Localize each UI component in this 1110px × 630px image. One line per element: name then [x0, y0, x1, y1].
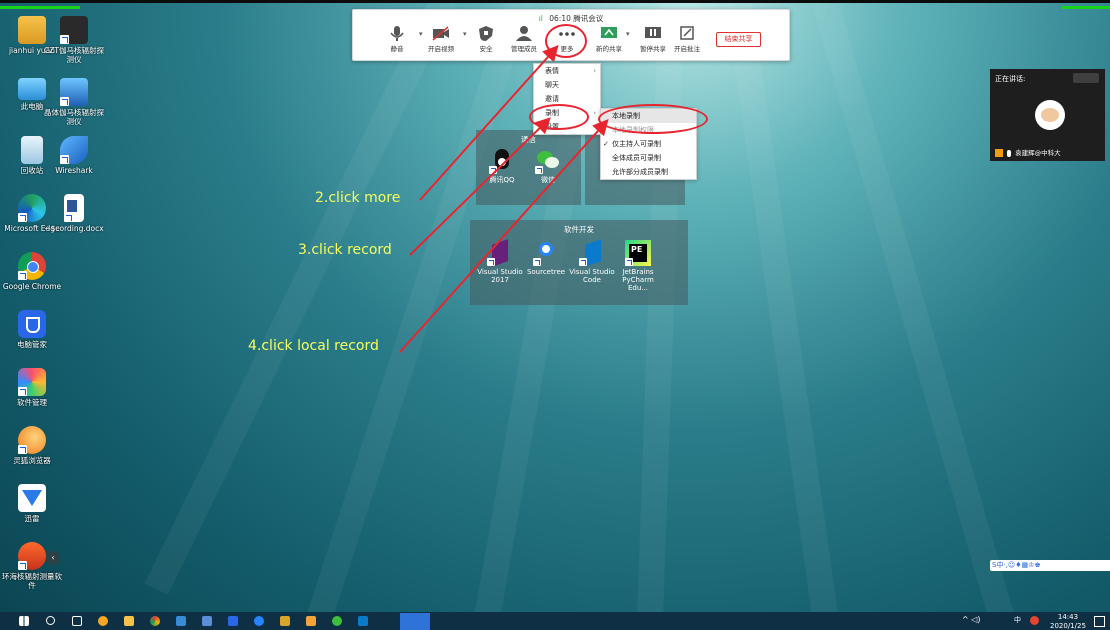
annotation-step-more: 2.click more — [315, 190, 401, 206]
clock-date: 2020/1/25 — [1050, 622, 1086, 630]
taskbar-wechat-icon[interactable] — [332, 616, 342, 626]
ime-toolbar-icons: S中·,☺♦▦♔♚ — [992, 561, 1041, 569]
ime-toolbar[interactable]: S中·,☺♦▦♔♚ — [990, 560, 1110, 571]
taskbar-app-icon[interactable] — [306, 616, 316, 626]
clock-time: 14:43 — [1057, 613, 1079, 621]
speaker-panel-header: 正在讲话: — [995, 75, 1026, 83]
taskbar-sourcetree-icon[interactable] — [254, 616, 264, 626]
taskbar-meeting-icon[interactable] — [400, 613, 430, 630]
start-windows-icon[interactable] — [19, 616, 29, 626]
task-view-icon[interactable] — [72, 616, 82, 626]
volume-icon: ◁) — [971, 615, 981, 624]
sogou-tray-icon[interactable] — [1030, 616, 1039, 625]
taskbar-app-icon[interactable] — [202, 616, 212, 626]
ime-indicator[interactable]: 中 — [1014, 617, 1021, 624]
taskbar-app-icon[interactable] — [176, 616, 186, 626]
speaker-panel-watermark-icon — [1073, 73, 1099, 83]
arrow-to-local-record — [399, 119, 609, 353]
taskbar-app-icon[interactable] — [280, 616, 290, 626]
taskbar: ^ ◁) 中 14:43 2020/1/25 — [0, 612, 1110, 630]
taskbar-vscode-icon[interactable] — [358, 616, 368, 626]
taskbar-folder-icon[interactable] — [124, 616, 134, 626]
speaker-footer: 袁建辉@中科大 — [995, 147, 1061, 157]
speaker-mic-icon — [1007, 149, 1012, 157]
speaker-panel[interactable]: 正在讲话: 袁建辉@中科大 — [990, 69, 1105, 161]
clock[interactable]: 14:43 2020/1/25 — [1050, 614, 1086, 630]
search-icon[interactable] — [46, 616, 55, 625]
speaker-avatar — [1035, 100, 1065, 130]
speaker-avatar-mini-icon — [995, 149, 1003, 157]
taskbar-app-penguin-icon[interactable] — [98, 616, 108, 626]
tray-chevron-up-icon: ^ — [962, 615, 969, 624]
annotation-step-local-record: 4.click local record — [248, 338, 379, 354]
notification-icon[interactable] — [1094, 616, 1105, 627]
annotation-arrows — [399, 45, 609, 353]
tray-icons[interactable]: ^ ◁) — [962, 615, 981, 624]
taskbar-app-icon[interactable] — [228, 616, 238, 626]
speaker-name: 袁建辉@中科大 — [1015, 149, 1061, 157]
arrow-to-more — [419, 45, 559, 201]
taskbar-chrome-icon[interactable] — [150, 616, 160, 626]
annotation-step-record: 3.click record — [298, 242, 392, 258]
